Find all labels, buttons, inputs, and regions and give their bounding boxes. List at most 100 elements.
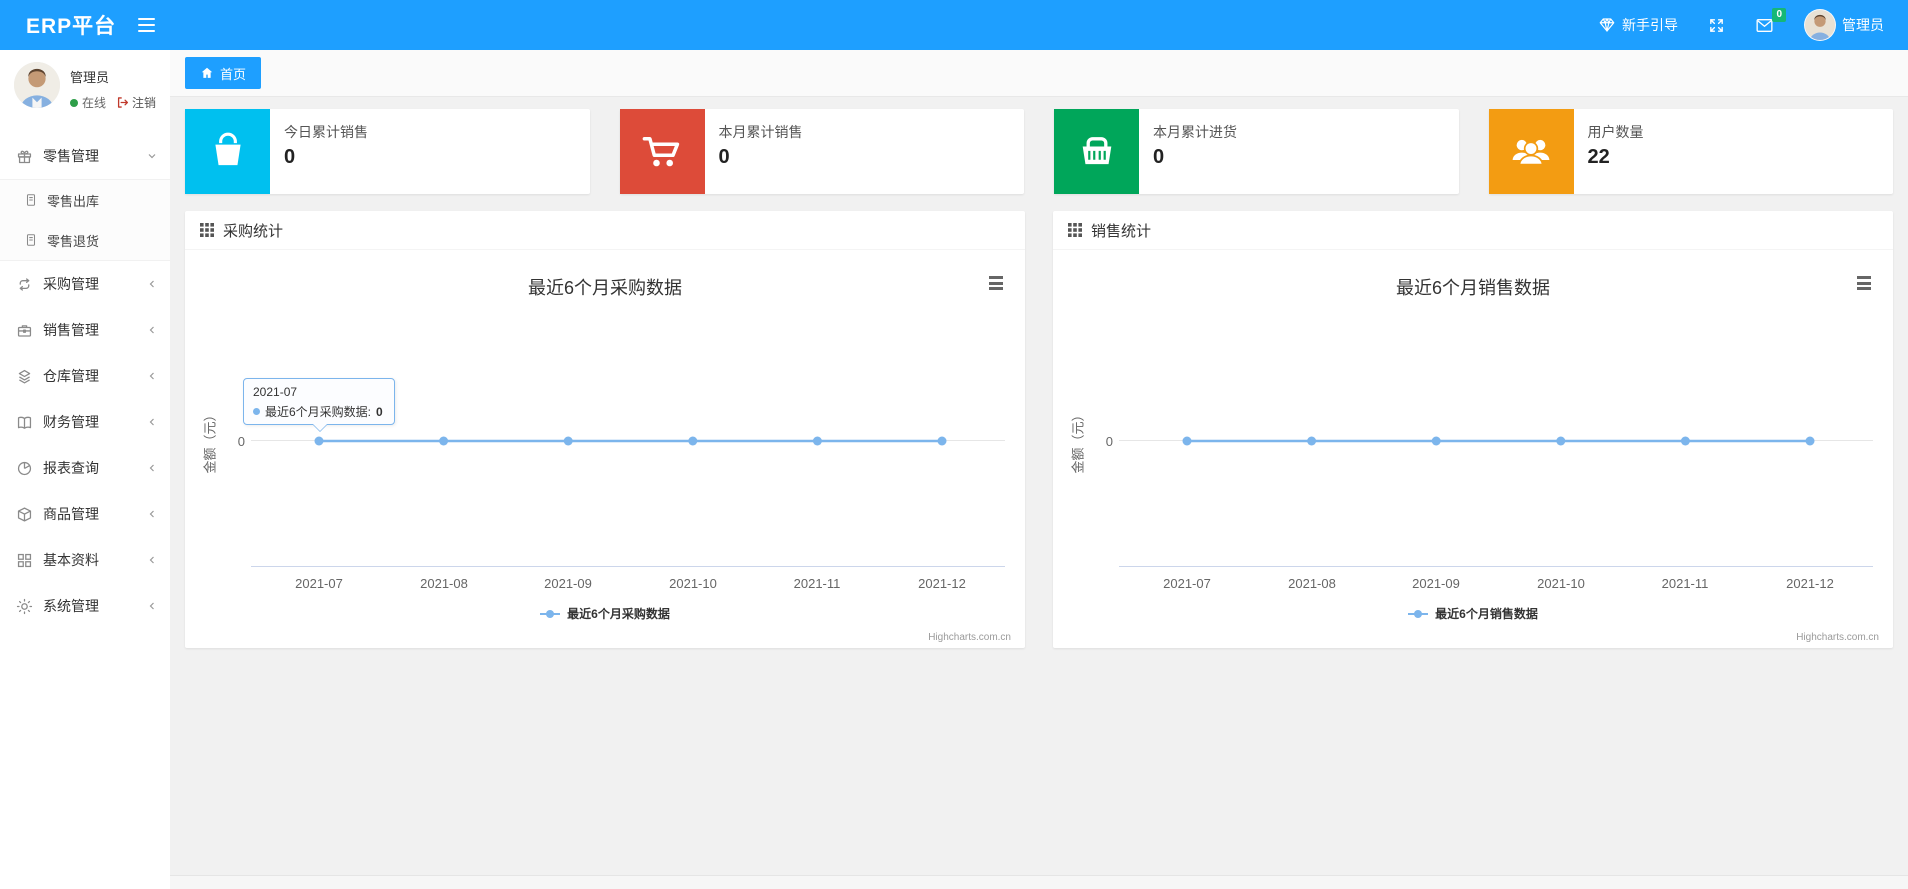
card-label: 本月累计销售 xyxy=(718,124,803,140)
document-icon xyxy=(24,193,39,208)
home-icon xyxy=(201,67,213,78)
users-icon xyxy=(1488,109,1574,194)
card-label: 今日累计销售 xyxy=(284,124,368,140)
sidebar-item-reports[interactable]: 报表查询 xyxy=(0,445,170,491)
cube-icon xyxy=(16,505,34,523)
y-axis-title: 金额（元） xyxy=(202,408,218,474)
guide-link[interactable]: 新手引导 xyxy=(1598,15,1678,35)
main-content: 首页 今日累计销售 0 本月累计销售 0 本月累计进货 0 用户数量 22 采购… xyxy=(170,50,1908,889)
x-tick-label: 2021-12 xyxy=(1786,576,1834,591)
x-axis-line xyxy=(1119,566,1873,567)
messages-button[interactable]: 0 xyxy=(1755,7,1786,34)
line-series xyxy=(314,436,947,446)
user-info: 管理员 在线 注销 xyxy=(70,62,156,111)
navbar-username: 管理员 xyxy=(1842,17,1884,33)
chevron-left-icon xyxy=(146,462,158,474)
sidebar-menu: 零售管理 零售出库 零售退货 采购管理 销售管理 仓库管理 财务管理 报表查询 … xyxy=(0,133,170,629)
th-grid-icon xyxy=(200,223,214,237)
tooltip-value: 0 xyxy=(376,404,383,419)
navbar-right: 新手引导 0 管理员 xyxy=(1598,7,1908,41)
shopping-basket-icon xyxy=(1054,109,1139,194)
book-icon xyxy=(16,413,34,431)
user-panel: 管理员 在线 注销 xyxy=(0,50,170,125)
sidebar-item-sales[interactable]: 销售管理 xyxy=(0,307,170,353)
sidebar-item-retail-outbound[interactable]: 零售出库 xyxy=(0,180,170,220)
sidebar-item-purchase[interactable]: 采购管理 xyxy=(0,261,170,307)
tooltip-header: 2021-07 xyxy=(253,385,298,399)
x-tick-label: 2021-08 xyxy=(1288,576,1336,591)
top-navbar: ERP平台 新手引导 0 管理员 xyxy=(0,0,1908,50)
gift-icon xyxy=(16,147,34,165)
document-icon xyxy=(24,233,39,248)
sidebar-item-label: 系统管理 xyxy=(43,598,99,614)
chart-tooltip: 2021-07 最近6个月采购数据: 0 xyxy=(243,378,395,432)
highcharts-credits[interactable]: Highcharts.com.cn xyxy=(928,632,1011,643)
panel-header: 销售统计 xyxy=(1053,211,1893,250)
briefcase-icon xyxy=(16,321,34,339)
stat-cards-row: 今日累计销售 0 本月累计销售 0 本月累计进货 0 用户数量 22 xyxy=(185,109,1893,194)
stat-card-today-sales: 今日累计销售 0 xyxy=(185,109,590,194)
sidebar-item-goods[interactable]: 商品管理 xyxy=(0,491,170,537)
highcharts-credits[interactable]: Highcharts.com.cn xyxy=(1796,632,1879,643)
shopping-cart-icon xyxy=(619,109,705,194)
chevron-left-icon xyxy=(146,416,158,428)
pie-chart-icon xyxy=(16,459,34,477)
app-title[interactable]: ERP平台 xyxy=(0,10,116,40)
legend-marker-icon xyxy=(540,609,561,618)
sidebar-toggle-icon[interactable] xyxy=(138,17,156,33)
chevron-left-icon xyxy=(146,508,158,520)
chevron-down-icon xyxy=(146,150,158,162)
online-status-dot xyxy=(70,98,78,107)
sidebar-item-warehouse[interactable]: 仓库管理 xyxy=(0,353,170,399)
retail-submenu: 零售出库 零售退货 xyxy=(0,179,170,261)
chart-panels-row: 采购统计 最近6个月采购数据 2021-07 2021-08 2021-09 2… xyxy=(185,211,1893,648)
legend-item[interactable]: 最近6个月采购数据 xyxy=(185,605,1025,622)
chevron-left-icon xyxy=(146,370,158,382)
tooltip-series-label: 最近6个月采购数据: xyxy=(265,405,372,419)
layers-icon xyxy=(16,367,34,385)
user-menu[interactable]: 管理员 xyxy=(1804,9,1884,41)
fullscreen-button[interactable] xyxy=(1708,17,1725,34)
stat-card-month-sales: 本月累计销售 0 xyxy=(619,109,1024,194)
x-tick-label: 2021-12 xyxy=(918,576,966,591)
sidebar-item-label: 采购管理 xyxy=(43,276,99,292)
sidebar: 管理员 在线 注销 零售管理 零售出库 零售退货 采购管理 销售管理 仓库管理 … xyxy=(0,50,170,889)
card-value: 0 xyxy=(718,146,730,168)
gem-icon xyxy=(1598,16,1616,34)
fullscreen-icon xyxy=(1708,17,1725,34)
loop-icon xyxy=(16,275,34,293)
line-series xyxy=(1182,436,1815,446)
online-status-label: 在线 xyxy=(82,96,107,110)
panel-title: 采购统计 xyxy=(223,222,284,240)
y-axis-title: 金额（元） xyxy=(1070,408,1086,474)
legend-item[interactable]: 最近6个月销售数据 xyxy=(1053,605,1893,622)
x-axis-line xyxy=(251,566,1005,567)
x-tick-label: 2021-09 xyxy=(544,576,592,591)
card-label: 本月累计进货 xyxy=(1153,124,1237,140)
logout-link[interactable]: 注销 xyxy=(116,94,156,111)
chevron-left-icon xyxy=(146,600,158,612)
chart-context-menu-icon[interactable] xyxy=(1857,276,1871,290)
chart-title: 最近6个月采购数据 xyxy=(527,278,682,298)
sidebar-item-label: 财务管理 xyxy=(43,414,99,430)
stat-card-month-purchase: 本月累计进货 0 xyxy=(1054,109,1459,194)
submenu-item-label: 零售退货 xyxy=(47,233,100,249)
message-count-badge: 0 xyxy=(1772,7,1786,22)
tab-home[interactable]: 首页 xyxy=(185,57,262,89)
sidebar-item-basic-data[interactable]: 基本资料 xyxy=(0,537,170,583)
x-tick-label: 2021-11 xyxy=(793,576,841,591)
chart-context-menu-icon[interactable] xyxy=(989,276,1003,290)
sidebar-item-label: 零售管理 xyxy=(43,148,99,164)
chevron-left-icon xyxy=(146,554,158,566)
chevron-left-icon xyxy=(146,278,158,290)
sidebar-item-retail[interactable]: 零售管理 xyxy=(0,133,170,179)
x-tick-label: 2021-07 xyxy=(1163,576,1211,591)
sidebar-item-finance[interactable]: 财务管理 xyxy=(0,399,170,445)
sidebar-item-retail-return[interactable]: 零售退货 xyxy=(0,220,170,260)
legend-label: 最近6个月采购数据 xyxy=(567,607,670,621)
submenu-item-label: 零售出库 xyxy=(47,193,100,209)
guide-label: 新手引导 xyxy=(1622,17,1678,33)
sidebar-item-system[interactable]: 系统管理 xyxy=(0,583,170,629)
legend-marker-icon xyxy=(1408,609,1429,618)
envelope-icon xyxy=(1755,17,1774,34)
